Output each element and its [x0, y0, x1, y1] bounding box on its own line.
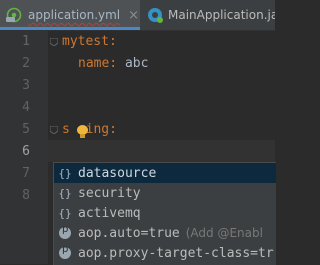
- fold-marker-icon[interactable]: [50, 38, 58, 46]
- lightbulb-icon[interactable]: [77, 125, 88, 138]
- property-group-icon: {}: [58, 206, 72, 220]
- java-class-icon: [148, 8, 163, 23]
- line-number: 7: [22, 166, 30, 181]
- completion-item[interactable]: aop.proxy-target-class=tr: [54, 243, 276, 263]
- code-line-2: name: abc: [78, 53, 148, 75]
- completion-label: aop.proxy-target-class=tr: [78, 245, 274, 261]
- line-number: 8: [22, 188, 30, 203]
- active-tab-indicator: [0, 27, 140, 30]
- line-number: 1: [22, 34, 30, 49]
- fold-marker-icon[interactable]: [50, 126, 58, 134]
- yaml-key: name:: [78, 56, 118, 71]
- yaml-file-icon: [6, 7, 22, 23]
- line-number: 6: [22, 144, 30, 159]
- tab-main-application-java[interactable]: MainApplication.java: [142, 0, 275, 30]
- property-icon: [59, 244, 71, 259]
- code-line-1: mytest:: [62, 31, 117, 53]
- line-number: 5: [22, 122, 30, 137]
- yaml-key: mytest:: [62, 34, 117, 49]
- line-number: 2: [22, 56, 30, 71]
- completion-label: security: [78, 185, 141, 201]
- code-completion-popup: {} datasource {} security {} activemq ao…: [53, 162, 276, 265]
- tab-label: MainApplication.java: [168, 8, 275, 22]
- tab-label: application.yml: [28, 8, 121, 22]
- completion-label: datasource: [78, 165, 157, 181]
- property-group-icon: {}: [58, 166, 72, 180]
- yaml-value: abc: [117, 56, 149, 71]
- completion-item[interactable]: aop.auto=true (Add @Enabl: [54, 223, 276, 243]
- yaml-key-part: s: [62, 122, 70, 137]
- property-icon: [59, 224, 71, 239]
- line-number: 4: [22, 100, 30, 115]
- property-group-icon: {}: [58, 186, 72, 200]
- completion-label: aop.auto=true: [78, 225, 180, 241]
- completion-hint: (Add @Enabl: [185, 226, 263, 240]
- tab-application-yml[interactable]: application.yml ×: [0, 0, 140, 30]
- close-icon[interactable]: ×: [128, 8, 139, 23]
- editor-tab-bar: application.yml × MainApplication.java: [0, 0, 275, 31]
- completion-item[interactable]: {} security: [54, 183, 276, 203]
- line-number: 3: [22, 78, 30, 93]
- completion-item[interactable]: {} datasource: [54, 163, 276, 183]
- code-line-5: s ring:: [62, 119, 117, 141]
- completion-item[interactable]: {} activemq: [54, 203, 276, 223]
- completion-label: activemq: [78, 205, 141, 221]
